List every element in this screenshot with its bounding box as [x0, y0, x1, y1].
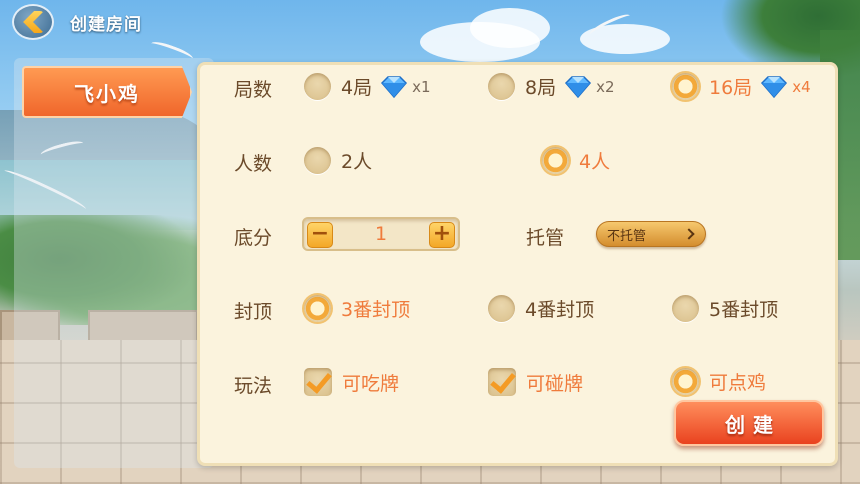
cap-option-4[interactable]: 4番封顶: [488, 295, 594, 322]
diamond-icon: [381, 75, 408, 98]
rule-can-dian-ji[interactable]: 可点鸡: [672, 368, 766, 395]
radio-button[interactable]: [488, 295, 515, 322]
create-button[interactable]: 创建: [674, 400, 824, 446]
radio-button-selected[interactable]: [672, 368, 699, 395]
radio-button-selected[interactable]: [542, 147, 569, 174]
diamond-icon: [761, 75, 788, 98]
radio-button-selected[interactable]: [672, 73, 699, 100]
back-arrow-icon: [23, 11, 44, 33]
cap-option-3[interactable]: 3番封顶: [304, 295, 410, 322]
players-option-2[interactable]: 2人: [304, 147, 372, 174]
cap-option-5[interactable]: 5番封顶: [672, 295, 778, 322]
rules-label: 玩法: [234, 375, 273, 397]
cap-label: 封顶: [234, 301, 273, 323]
checkbox-checked[interactable]: [304, 368, 332, 396]
radio-button[interactable]: [672, 295, 699, 322]
base-score-value: 1: [374, 223, 388, 245]
minus-button[interactable]: −: [307, 222, 333, 248]
base-score-label: 底分: [234, 227, 273, 249]
checkbox-checked[interactable]: [488, 368, 516, 396]
rounds-option-4[interactable]: 4局 x1: [304, 73, 431, 100]
radio-button[interactable]: [304, 147, 331, 174]
trustee-label: 托管: [526, 227, 565, 249]
diamond-icon: [565, 75, 592, 98]
tab-label: 飞小鸡: [74, 81, 140, 106]
radio-button[interactable]: [304, 73, 331, 100]
radio-button-selected[interactable]: [304, 295, 331, 322]
rule-can-peng[interactable]: 可碰牌: [488, 368, 583, 396]
back-button[interactable]: [12, 4, 54, 40]
trustee-value: 不托管: [607, 228, 647, 244]
players-label: 人数: [234, 153, 273, 175]
rounds-option-8[interactable]: 8局 x2: [488, 73, 615, 100]
side-tab-panel: [14, 58, 214, 468]
plus-button[interactable]: +: [429, 222, 455, 248]
radio-button[interactable]: [488, 73, 515, 100]
page-title: 创建房间: [70, 15, 142, 35]
rounds-label: 局数: [234, 79, 273, 101]
rule-can-chi[interactable]: 可吃牌: [304, 368, 399, 396]
base-score-stepper: − 1 +: [302, 217, 460, 251]
rounds-option-16[interactable]: 16局 x4: [672, 73, 811, 100]
chevron-right-icon: [683, 228, 695, 240]
players-option-4[interactable]: 4人: [542, 147, 610, 174]
tab-fei-xiao-ji[interactable]: 飞小鸡: [22, 66, 192, 118]
trustee-select[interactable]: 不托管: [596, 221, 706, 247]
